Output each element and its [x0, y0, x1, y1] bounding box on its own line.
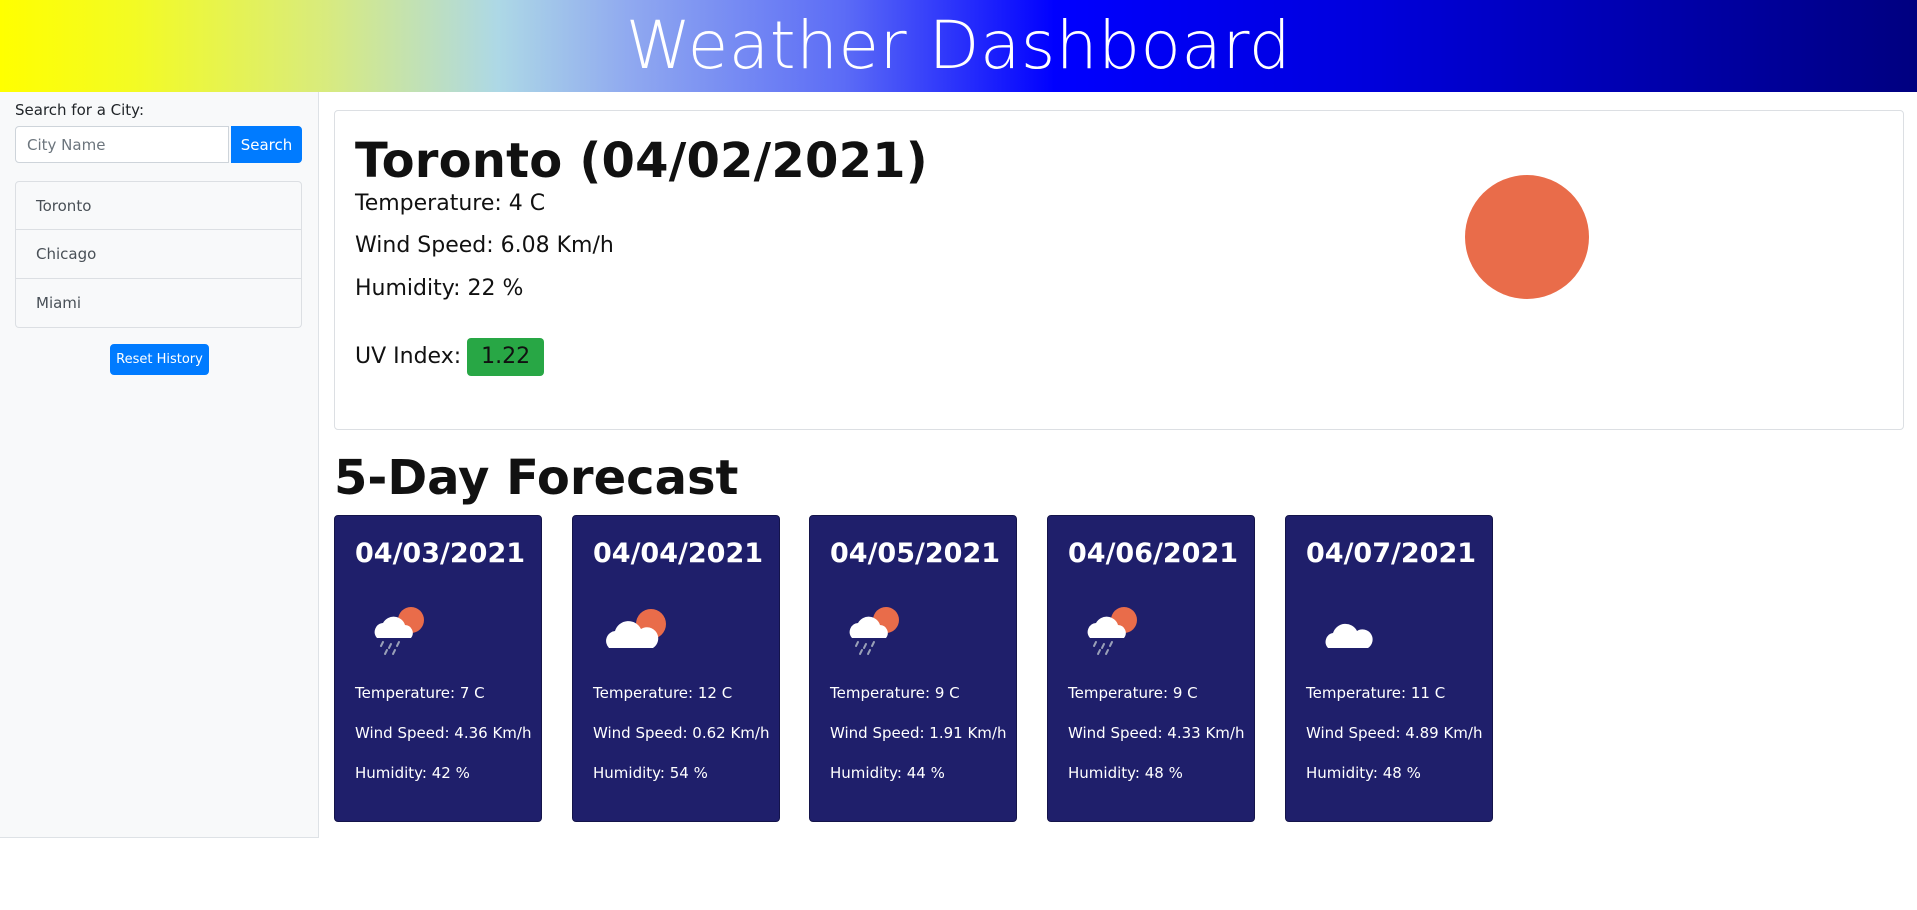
forecast-temperature: Temperature: 7 C [355, 684, 485, 702]
sun-icon [1465, 175, 1589, 299]
forecast-date: 04/06/2021 [1068, 538, 1239, 569]
forecast-wind-speed: Wind Speed: 4.33 Km/h [1068, 724, 1245, 742]
rain-sun-icon [374, 607, 424, 655]
forecast-humidity: Humidity: 48 % [1068, 764, 1183, 782]
forecast-card: 04/06/2021 Temperature: 9 C Wind Speed: … [1047, 515, 1255, 822]
forecast-card: 04/07/2021 Temperature: 11 C Wind Speed:… [1285, 515, 1493, 822]
cloud-icon [1325, 623, 1373, 648]
forecast-humidity: Humidity: 44 % [830, 764, 945, 782]
forecast-date: 04/07/2021 [1306, 538, 1477, 569]
uv-index-badge: 1.22 [467, 338, 545, 376]
forecast-humidity: Humidity: 42 % [355, 764, 470, 782]
city-search-input[interactable] [15, 126, 229, 163]
forecast-temperature: Temperature: 12 C [593, 684, 733, 702]
current-wind-speed: Wind Speed: 6.08 Km/h [355, 233, 614, 258]
reset-history-button[interactable]: Reset History [110, 344, 209, 375]
search-button[interactable]: Search [231, 126, 302, 163]
current-city-title: Toronto (04/02/2021) [355, 133, 928, 189]
forecast-wind-speed: Wind Speed: 4.89 Km/h [1306, 724, 1483, 742]
rain-sun-icon [1087, 607, 1137, 655]
rain-sun-icon [849, 607, 899, 655]
current-uv-row: UV Index: 1.22 [355, 338, 545, 376]
forecast-card: 04/03/2021 Temperature: 7 C Wind Speed: … [334, 515, 542, 822]
page-header: Weather Dashboard [0, 0, 1917, 92]
current-temperature: Temperature: 4 C [355, 191, 546, 216]
forecast-wind-speed: Wind Speed: 0.62 Km/h [593, 724, 770, 742]
search-history-list: Toronto Chicago Miami [15, 181, 302, 328]
forecast-temperature: Temperature: 11 C [1306, 684, 1446, 702]
forecast-wind-speed: Wind Speed: 4.36 Km/h [355, 724, 532, 742]
forecast-wind-speed: Wind Speed: 1.91 Km/h [830, 724, 1007, 742]
forecast-temperature: Temperature: 9 C [830, 684, 960, 702]
forecast-card: 04/04/2021 Temperature: 12 C Wind Speed:… [572, 515, 780, 822]
forecast-date: 04/03/2021 [355, 538, 526, 569]
forecast-card: 04/05/2021 Temperature: 9 C Wind Speed: … [809, 515, 1017, 822]
history-item-toronto[interactable]: Toronto [15, 181, 302, 230]
forecast-temperature: Temperature: 9 C [1068, 684, 1198, 702]
uv-index-label: UV Index: [355, 344, 462, 369]
forecast-date: 04/05/2021 [830, 538, 1001, 569]
page-title: Weather Dashboard [625, 7, 1292, 84]
current-humidity: Humidity: 22 % [355, 276, 524, 301]
forecast-humidity: Humidity: 54 % [593, 764, 708, 782]
forecast-heading: 5-Day Forecast [334, 450, 739, 506]
cloud-sun-icon [606, 609, 666, 648]
search-label: Search for a City: [15, 101, 145, 119]
history-item-miami[interactable]: Miami [15, 279, 302, 328]
current-weather-card: Toronto (04/02/2021) Temperature: 4 C Wi… [334, 110, 1904, 430]
forecast-date: 04/04/2021 [593, 538, 764, 569]
history-item-chicago[interactable]: Chicago [15, 230, 302, 279]
forecast-humidity: Humidity: 48 % [1306, 764, 1421, 782]
